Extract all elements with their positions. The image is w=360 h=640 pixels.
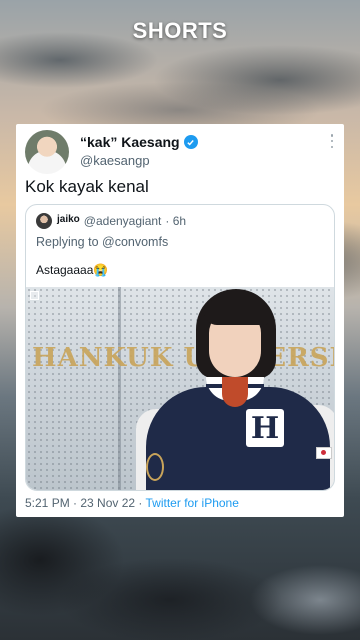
quoted-author-name[interactable]: jaiko (57, 214, 80, 225)
flag-patch (316, 447, 332, 459)
photo-pillar (118, 287, 121, 490)
quoted-tweet-age: · 6h (165, 214, 187, 228)
quoted-author-handle[interactable]: @adenyagiant (84, 214, 162, 228)
photo-wall-lettering: HANKUK UNIVERSITY (32, 343, 334, 373)
video-title: SHORTS (132, 18, 228, 43)
tweet-text: Kok kayak kenal (25, 177, 149, 196)
tweet-meta: 5:21 PM · 23 Nov 22 · Twitter for iPhone (25, 496, 239, 510)
person-fringe (204, 299, 268, 325)
author-display-name[interactable]: “kak” Kaesang (80, 134, 180, 150)
quoted-author-avatar[interactable] (36, 213, 52, 229)
inner-shirt (222, 377, 248, 407)
author-handle[interactable]: @kaesangp (80, 153, 150, 168)
quoted-tweet[interactable]: jaiko @adenyagiant · 6h Replying to @con… (25, 204, 335, 491)
author-avatar[interactable] (25, 130, 69, 174)
author-name-row: “kak” Kaesang (80, 134, 198, 150)
tweet-source-link[interactable]: Twitter for iPhone (146, 496, 239, 510)
quoted-tweet-photo[interactable]: HANKUK UNIVERSITY H (26, 287, 334, 490)
jacket-letter-patch: H (246, 409, 284, 447)
tweet-timestamp[interactable]: 5:21 PM · 23 Nov 22 · (25, 496, 146, 510)
photo-corner-marker (30, 291, 39, 300)
more-options-icon[interactable] (330, 134, 334, 148)
jacket-emblem (146, 453, 164, 481)
tweet-card[interactable]: “kak” Kaesang @kaesangp Kok kayak kenal … (16, 124, 344, 517)
quoted-tweet-header: jaiko @adenyagiant · 6h (57, 214, 186, 228)
replying-to-text: Replying to @convomfs (36, 235, 169, 249)
verified-badge-icon (183, 135, 198, 149)
quoted-tweet-text: Astagaaaa😭 (36, 263, 109, 277)
